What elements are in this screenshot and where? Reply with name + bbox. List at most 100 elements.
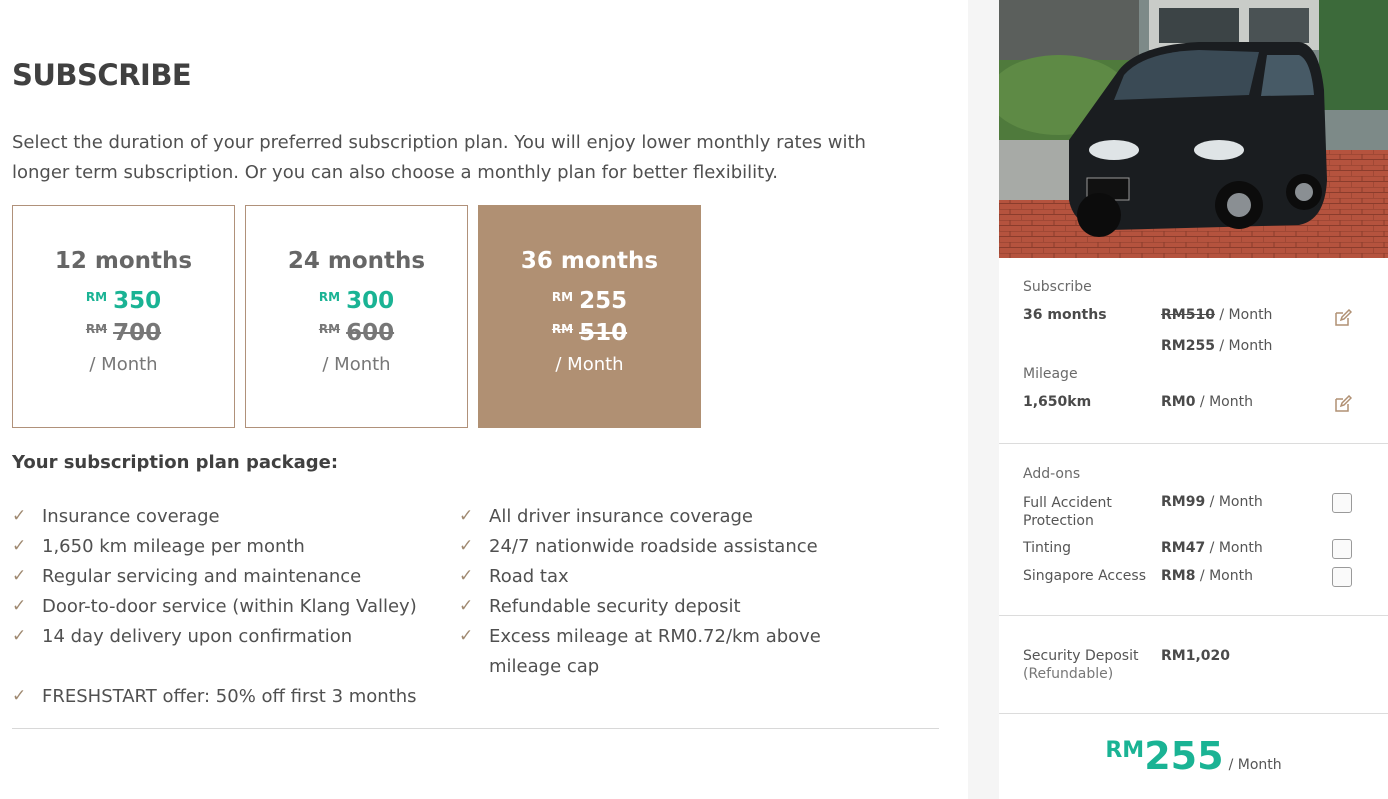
addon-name: Singapore Access	[1023, 568, 1147, 584]
plan-per-month: / Month	[322, 354, 391, 375]
edit-icon[interactable]	[1334, 309, 1352, 327]
feature-item: ✓ Regular servicing and maintenance	[12, 562, 452, 592]
addon-price-text: RM99	[1161, 494, 1206, 510]
new-price-text: RM255	[1161, 338, 1215, 354]
subscribe-duration: 36 months	[1023, 307, 1107, 323]
addon-price: RM8 / Month	[1161, 568, 1253, 584]
per-month-text: / Month	[1214, 338, 1273, 354]
addon-checkbox-tinting[interactable]	[1332, 539, 1352, 559]
subscribe-label: Subscribe	[1023, 279, 1092, 295]
plan-old-price-amount: 600	[346, 320, 395, 346]
feature-item: ✓ All driver insurance coverage	[459, 502, 839, 532]
total-per-month: / Month	[1228, 757, 1282, 773]
plan-old-price: RM 510	[479, 320, 700, 350]
summary-divider	[999, 443, 1388, 444]
plan-per-month: / Month	[89, 354, 158, 375]
check-icon: ✓	[12, 506, 27, 526]
plan-price-amount: 350	[113, 288, 162, 314]
addon-price-text: RM47	[1161, 540, 1206, 556]
mileage-price-text: RM0	[1161, 394, 1196, 410]
mileage-label: Mileage	[1023, 366, 1078, 382]
feature-text: Refundable security deposit	[489, 596, 741, 617]
car-image	[999, 0, 1388, 258]
section-divider	[12, 728, 939, 729]
total-price: RM255 / Month	[999, 734, 1388, 778]
mileage-price: RM0 / Month	[1161, 394, 1253, 410]
feature-text: Door-to-door service (within Klang Valle…	[42, 596, 417, 617]
subscription-main: SUBSCRIBE Select the duration of your pr…	[12, 0, 952, 799]
plan-old-price: RM 700	[13, 320, 234, 350]
subscribe-new-price: RM255 / Month	[1161, 338, 1272, 354]
feature-item: ✓ Refundable security deposit	[459, 592, 839, 622]
plan-old-price-amount: 510	[579, 320, 628, 346]
feature-text: All driver insurance coverage	[489, 506, 754, 527]
deposit-value: RM1,020	[1161, 648, 1230, 664]
check-icon: ✓	[459, 536, 474, 556]
addon-name: Full Accident Protection	[1023, 495, 1112, 529]
column-gutter	[968, 0, 999, 799]
plan-price-amount: 300	[346, 288, 395, 314]
plan-old-currency: RM	[318, 322, 341, 336]
addon-price: RM47 / Month	[1161, 540, 1263, 556]
addon-price: RM99 / Month	[1161, 494, 1263, 510]
check-icon: ✓	[12, 626, 27, 646]
feature-item: ✓ 14 day delivery upon confirmation	[12, 622, 452, 652]
plan-currency: RM	[318, 290, 341, 304]
feature-item: ✓ 1,650 km mileage per month	[12, 532, 452, 562]
addon-checkbox-full-accident-protection[interactable]	[1332, 493, 1352, 513]
plan-old-price-amount: 700	[113, 320, 162, 346]
feature-text: Regular servicing and maintenance	[42, 566, 362, 587]
addon-price-text: RM8	[1161, 568, 1196, 584]
per-month-text: / Month	[1195, 394, 1253, 410]
summary-divider	[999, 615, 1388, 616]
feature-text: Insurance coverage	[42, 506, 220, 527]
mileage-value: 1,650km	[1023, 394, 1092, 410]
check-icon: ✓	[12, 566, 27, 586]
order-summary: Subscribe 36 months RM510 / Month RM255 …	[999, 0, 1388, 799]
plan-currency: RM	[551, 290, 574, 304]
per-month-text: / Month	[1195, 568, 1253, 584]
edit-icon[interactable]	[1334, 395, 1352, 413]
plan-price: RM 300	[246, 288, 467, 318]
feature-item: ✓ Door-to-door service (within Klang Vall…	[12, 592, 452, 622]
features-left: ✓ Insurance coverage ✓ 1,650 km mileage pe…	[12, 502, 452, 712]
plan-currency: RM	[85, 290, 108, 304]
plan-old-currency: RM	[85, 322, 108, 336]
plan-card-24-months[interactable]: 24 months RM 300 RM 600 / Month	[245, 205, 468, 428]
plan-price: RM 350	[13, 288, 234, 318]
old-price-text: RM510	[1161, 307, 1215, 323]
feature-text: Excess mileage at RM0.72/km above mileag…	[489, 626, 821, 677]
plan-price-amount: 255	[579, 288, 628, 314]
deposit-sublabel: (Refundable)	[1023, 666, 1114, 682]
feature-item: ✓ 24/7 nationwide roadside assistance	[459, 532, 839, 562]
addon-name: Tinting	[1023, 540, 1072, 556]
plan-card-36-months[interactable]: 36 months RM 255 RM 510 / Month	[478, 205, 701, 428]
feature-text: Road tax	[489, 566, 569, 587]
feature-text: FRESHSTART offer: 50% off first 3 months	[42, 686, 417, 707]
per-month-text: / Month	[1205, 540, 1263, 556]
per-month-text: / Month	[1205, 494, 1263, 510]
plan-old-price: RM 600	[246, 320, 467, 350]
subscribe-old-price: RM510 / Month	[1161, 307, 1272, 323]
check-icon: ✓	[12, 596, 27, 616]
check-icon: ✓	[459, 506, 474, 526]
package-title: Your subscription plan package:	[12, 452, 339, 473]
feature-text: 14 day delivery upon confirmation	[42, 626, 353, 647]
total-currency: RM	[1105, 738, 1145, 763]
deposit-label: Security Deposit	[1023, 648, 1139, 664]
plan-card-12-months[interactable]: 12 months RM 350 RM 700 / Month	[12, 205, 235, 428]
feature-text: 24/7 nationwide roadside assistance	[489, 536, 818, 557]
plan-duration: 36 months	[520, 248, 659, 274]
plan-per-month: / Month	[555, 354, 624, 375]
addons-label: Add-ons	[1023, 466, 1081, 482]
check-icon: ✓	[459, 596, 474, 616]
plan-duration: 12 months	[54, 248, 193, 274]
addon-checkbox-singapore-access[interactable]	[1332, 567, 1352, 587]
feature-item: ✓ Insurance coverage	[12, 502, 452, 532]
features-right: ✓ All driver insurance coverage ✓ 24/7 nat…	[459, 502, 839, 682]
car-photo	[999, 0, 1388, 258]
check-icon: ✓	[12, 536, 27, 556]
plan-old-currency: RM	[551, 322, 574, 336]
feature-item: ✓ Excess mileage at RM0.72/km above milea…	[459, 622, 839, 682]
page-description: Select the duration of your preferred su…	[12, 132, 866, 183]
